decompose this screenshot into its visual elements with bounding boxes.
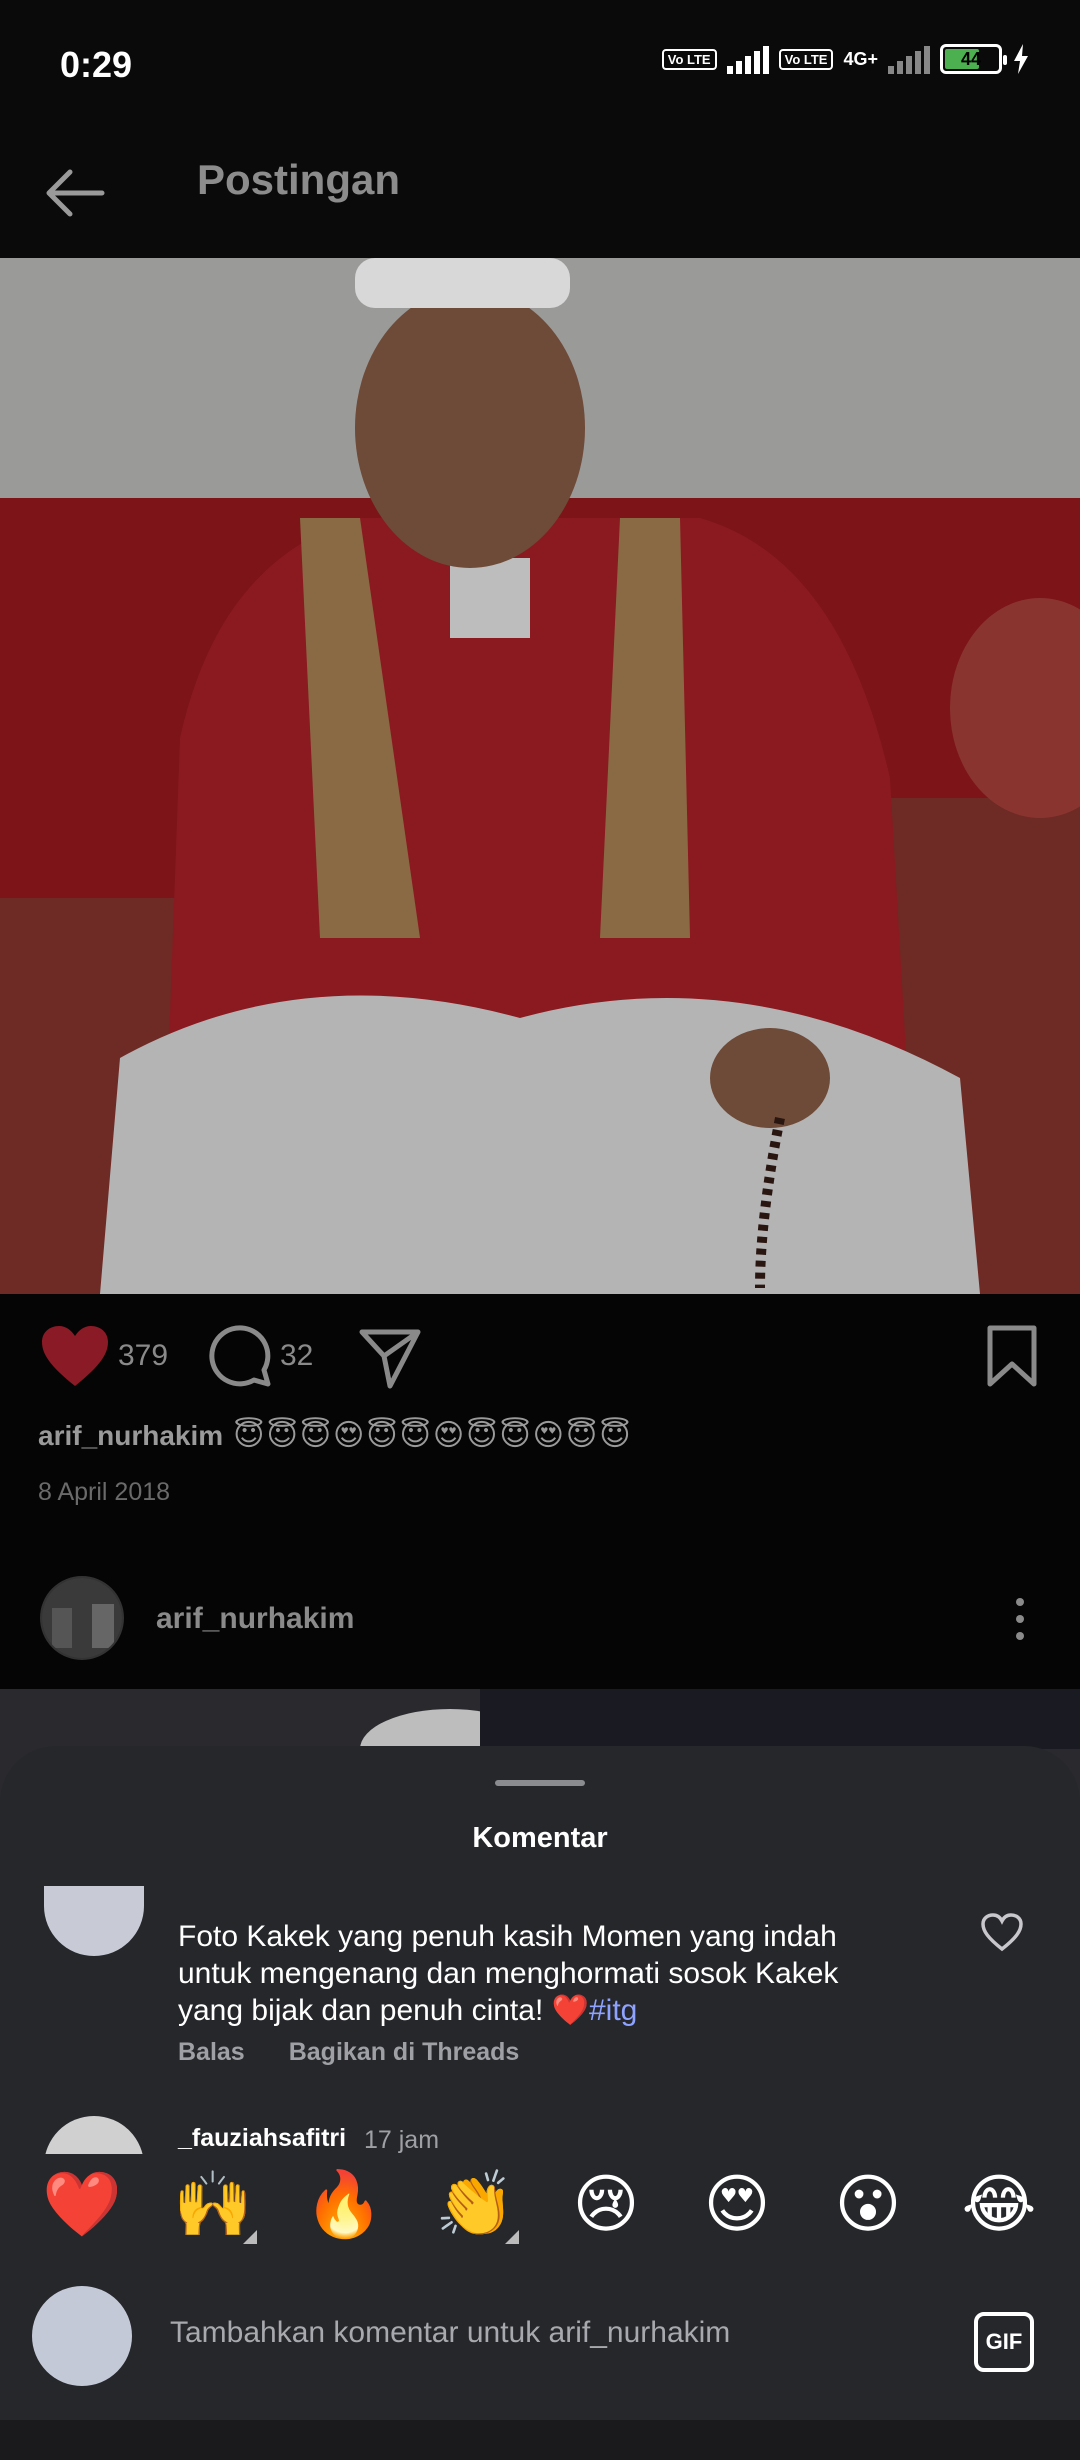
status-time: 0:29 <box>60 44 133 85</box>
share-icon[interactable] <box>358 1326 422 1390</box>
reaction-clap[interactable]: 👏 <box>425 2154 525 2254</box>
status-icons: Vo LTE Vo LTE 4G+ 44 <box>661 44 1030 74</box>
comment-meta: Balas Bagikan di Threads <box>178 2038 519 2067</box>
share-threads-button[interactable]: Bagikan di Threads <box>289 2038 520 2067</box>
hashtag-link[interactable]: #itg <box>589 1994 637 2027</box>
volte-badge-2: Vo LTE <box>778 48 834 70</box>
avatar[interactable] <box>44 2116 144 2154</box>
reply-button[interactable]: Balas <box>178 2038 245 2067</box>
avatar[interactable] <box>44 1886 144 1956</box>
comment-composer: GIF <box>0 2276 1080 2406</box>
drag-handle[interactable] <box>495 1780 585 1786</box>
avatar[interactable] <box>32 2286 132 2386</box>
network-type: 4G+ <box>843 48 878 69</box>
comment-username[interactable]: _fauziahsafitri <box>178 2124 346 2153</box>
reaction-surprised[interactable]: 😮 <box>818 2154 918 2254</box>
page-title: Postingan <box>197 156 401 203</box>
comment-input[interactable] <box>170 2316 970 2350</box>
battery-level: 44 <box>960 48 982 69</box>
bookmark-icon[interactable] <box>984 1324 1040 1388</box>
reaction-heart[interactable]: ❤️ <box>32 2154 132 2254</box>
signal-icon <box>726 44 769 74</box>
heart-outline-icon[interactable] <box>980 1912 1024 1952</box>
more-options-icon[interactable] <box>1016 1598 1024 1640</box>
battery-icon: 44 <box>940 44 1007 74</box>
post-photo-illustration <box>0 258 1080 1294</box>
like-count[interactable]: 379 <box>118 1339 168 1373</box>
caption-text: 😇😇😇😍😇😇😍😇😇😍😇😇 <box>233 1419 633 1452</box>
comments-list[interactable]: Foto Kakek yang penuh kasih Momen yang i… <box>0 1886 1080 2154</box>
sheet-title: Komentar <box>472 1822 608 1854</box>
reaction-laughing[interactable]: 😂 <box>949 2154 1049 2254</box>
system-nav-bar <box>0 2420 1080 2460</box>
post-actions: 379 32 <box>40 1324 1040 1394</box>
caption-username[interactable]: arif_nurhakim <box>38 1420 223 1452</box>
app-header: Postingan <box>0 128 1080 258</box>
next-post-username[interactable]: arif_nurhakim <box>156 1602 354 1636</box>
comment-icon[interactable] <box>208 1324 272 1388</box>
comment-time: 17 jam <box>364 2126 440 2154</box>
next-post-header: arif_nurhakim <box>0 1562 1080 1672</box>
post-details: 379 32 arif_nurhakim 😇😇😇😍😇😇😍😇😇😍😇😇 8 Apri… <box>0 1294 1080 1689</box>
status-bar: 0:29 Vo LTE Vo LTE 4G+ 44 <box>0 0 1080 128</box>
reaction-crying[interactable]: 😢 <box>556 2154 656 2254</box>
reaction-fire[interactable]: 🔥 <box>294 2154 394 2254</box>
post-date: 8 April 2018 <box>38 1478 171 1506</box>
like-action: 379 <box>40 1324 168 1388</box>
reaction-raised-hands[interactable]: 🙌 <box>163 2154 263 2254</box>
reaction-heart-eyes[interactable]: 😍 <box>687 2154 787 2254</box>
signal-icon-2 <box>888 44 930 74</box>
comment-text: Foto Kakek yang penuh kasih Momen yang i… <box>178 1920 839 2027</box>
charging-icon <box>1014 44 1028 74</box>
comment-count[interactable]: 32 <box>280 1339 313 1373</box>
heart-filled-icon[interactable] <box>40 1324 110 1388</box>
volte-badge: Vo LTE <box>661 48 717 70</box>
comments-sheet: Komentar Foto Kakek yang penuh kasih Mom… <box>0 1746 1080 2460</box>
comment-action: 32 <box>208 1324 313 1388</box>
post-caption: arif_nurhakim 😇😇😇😍😇😇😍😇😇😍😇😇 <box>38 1418 632 1453</box>
gif-button[interactable]: GIF <box>974 2312 1034 2372</box>
avatar[interactable] <box>40 1576 124 1660</box>
post-photo[interactable] <box>0 258 1080 1294</box>
quick-reactions: ❤️ 🙌 🔥 👏 😢 😍 😮 😂 <box>0 2154 1080 2274</box>
arrow-left-icon[interactable] <box>40 158 110 228</box>
